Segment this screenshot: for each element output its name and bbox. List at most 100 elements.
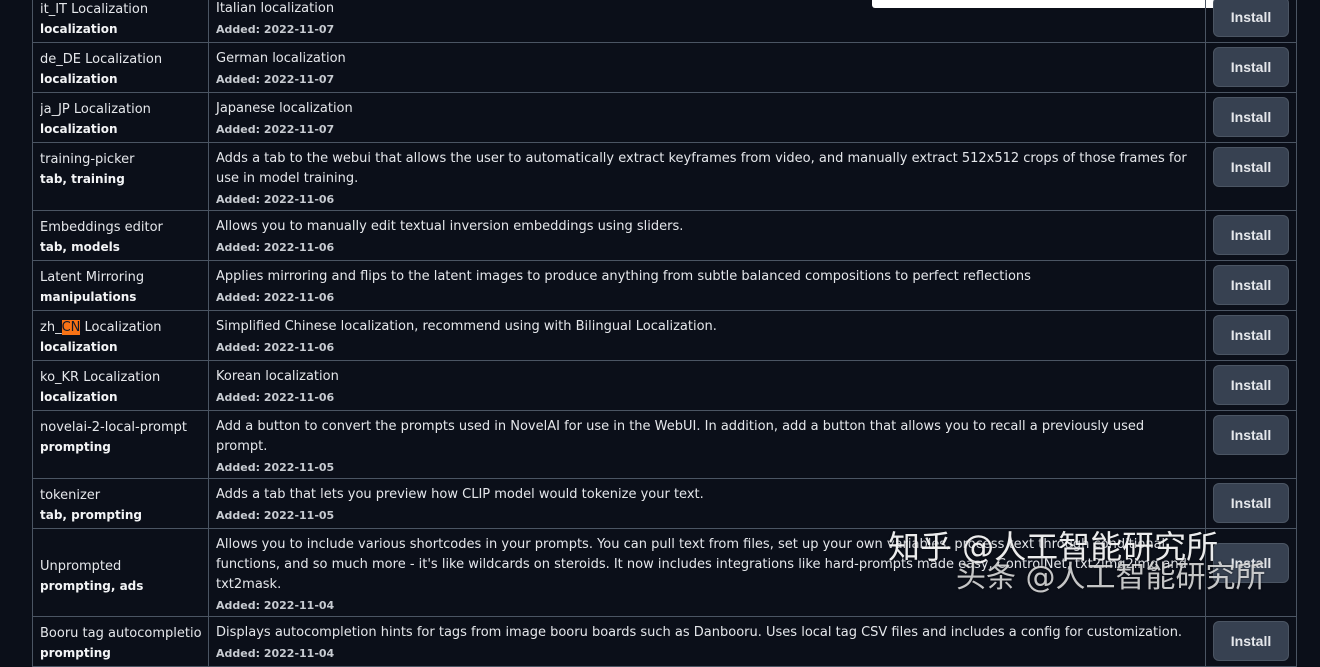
extension-tags: localization [40, 122, 118, 136]
extension-added-date: Added: 2022-11-07 [216, 23, 335, 36]
extension-tags: tab, models [40, 240, 120, 254]
extension-tags: manipulations [40, 290, 137, 304]
extension-description: Allows you to manually edit textual inve… [216, 219, 684, 234]
extension-name-cell: novelai-2-local-prompt prompting [32, 410, 209, 479]
extension-description-cell: Displays autocompletion hints for tags f… [208, 616, 1206, 667]
extension-description: Allows you to include various shortcodes… [216, 537, 1187, 592]
install-button[interactable]: Install [1213, 215, 1289, 255]
extension-description: Korean localization [216, 369, 339, 384]
extension-description-cell: Japanese localization Added: 2022-11-07 [208, 92, 1206, 143]
extension-action-cell: Install [1205, 360, 1297, 411]
install-button[interactable]: Install [1213, 543, 1289, 583]
extension-name-cell: tokenizer tab, prompting [32, 478, 209, 529]
extension-added-date: Added: 2022-11-04 [216, 599, 335, 612]
install-button[interactable]: Install [1213, 365, 1289, 405]
table-row: ja_JP Localization localization Japanese… [32, 92, 1297, 143]
extension-action-cell: Install [1205, 210, 1297, 261]
extension-name[interactable]: ja_JP Localization [40, 100, 201, 119]
install-button[interactable]: Install [1213, 483, 1289, 523]
extension-added-date: Added: 2022-11-06 [216, 193, 335, 206]
extension-description: Adds a tab that lets you preview how CLI… [216, 487, 704, 502]
extension-description: Adds a tab to the webui that allows the … [216, 151, 1187, 186]
extension-name-cell: de_DE Localization localization [32, 42, 209, 93]
extension-name[interactable]: zh_CN Localization [40, 318, 201, 337]
table-row: zh_CN Localization localization Simplifi… [32, 310, 1297, 361]
extension-name[interactable]: Latent Mirroring [40, 268, 201, 287]
table-row: de_DE Localization localization German l… [32, 42, 1297, 93]
extension-name-cell: Booru tag autocompletion prompting [32, 616, 209, 667]
install-button[interactable]: Install [1213, 265, 1289, 305]
install-button[interactable]: Install [1213, 97, 1289, 137]
extension-description-cell: Adds a tab to the webui that allows the … [208, 142, 1206, 211]
extension-added-date: Added: 2022-11-05 [216, 509, 335, 522]
install-button[interactable]: Install [1213, 147, 1289, 187]
extension-description: German localization [216, 51, 346, 66]
table-row: Unprompted prompting, ads Allows you to … [32, 528, 1297, 617]
extension-tags: tab, training [40, 172, 125, 186]
extension-name[interactable]: it_IT Localization [40, 0, 201, 19]
extensions-table: it_IT Localization localization Italian … [32, 0, 1297, 667]
extension-added-date: Added: 2022-11-06 [216, 341, 335, 354]
extension-description: Applies mirroring and flips to the laten… [216, 269, 1031, 284]
extension-action-cell: Install [1205, 616, 1297, 667]
extension-action-cell: Install [1205, 260, 1297, 311]
extension-name[interactable]: tokenizer [40, 486, 201, 505]
extension-description: Italian localization [216, 1, 335, 16]
extension-action-cell: Install [1205, 528, 1297, 617]
extension-action-cell: Install [1205, 92, 1297, 143]
extension-description-cell: Applies mirroring and flips to the laten… [208, 260, 1206, 311]
extension-added-date: Added: 2022-11-06 [216, 241, 335, 254]
install-button[interactable]: Install [1213, 0, 1289, 37]
extension-name[interactable]: Unprompted [40, 557, 201, 576]
extension-added-date: Added: 2022-11-04 [216, 647, 335, 660]
extension-description-cell: Italian localization Added: 2022-11-07 [208, 0, 1206, 43]
extension-name-cell: training-picker tab, training [32, 142, 209, 211]
extension-description-cell: Simplified Chinese localization, recomme… [208, 310, 1206, 361]
extension-name[interactable]: Booru tag autocompletion [40, 624, 201, 643]
extension-tags: localization [40, 340, 118, 354]
extension-name-cell: zh_CN Localization localization [32, 310, 209, 361]
extension-name[interactable]: novelai-2-local-prompt [40, 418, 201, 437]
extension-name-cell: Latent Mirroring manipulations [32, 260, 209, 311]
extension-description: Japanese localization [216, 101, 353, 116]
extension-name-cell: ko_KR Localization localization [32, 360, 209, 411]
extension-added-date: Added: 2022-11-06 [216, 391, 335, 404]
install-button[interactable]: Install [1213, 621, 1289, 661]
extension-name[interactable]: Embeddings editor [40, 218, 201, 237]
extension-name[interactable]: ko_KR Localization [40, 368, 201, 387]
table-row: novelai-2-local-prompt prompting Add a b… [32, 410, 1297, 479]
extension-tags: prompting, ads [40, 578, 144, 593]
install-button[interactable]: Install [1213, 415, 1289, 455]
extension-name[interactable]: de_DE Localization [40, 50, 201, 69]
extension-description: Displays autocompletion hints for tags f… [216, 625, 1183, 640]
extension-name-cell: it_IT Localization localization [32, 0, 209, 43]
table-row: ko_KR Localization localization Korean l… [32, 360, 1297, 411]
install-button[interactable]: Install [1213, 47, 1289, 87]
extension-name[interactable]: training-picker [40, 150, 201, 169]
extension-name-prefix: zh_ [40, 320, 62, 335]
extension-action-cell: Install [1205, 0, 1297, 43]
extension-description-cell: Allows you to include various shortcodes… [208, 528, 1206, 617]
table-row: Embeddings editor tab, models Allows you… [32, 210, 1297, 261]
table-row: Booru tag autocompletion prompting Displ… [32, 616, 1297, 667]
extension-name-cell: Unprompted prompting, ads [32, 528, 209, 617]
extension-added-date: Added: 2022-11-05 [216, 461, 335, 474]
extension-tags: prompting [40, 440, 111, 454]
extension-name-cell: ja_JP Localization localization [32, 92, 209, 143]
extension-action-cell: Install [1205, 42, 1297, 93]
extension-tags: localization [40, 72, 118, 86]
table-row: it_IT Localization localization Italian … [32, 0, 1297, 43]
install-button[interactable]: Install [1213, 315, 1289, 355]
extension-tags: localization [40, 390, 118, 404]
table-row: training-picker tab, training Adds a tab… [32, 142, 1297, 211]
extension-action-cell: Install [1205, 310, 1297, 361]
extension-description-cell: German localization Added: 2022-11-07 [208, 42, 1206, 93]
extension-added-date: Added: 2022-11-07 [216, 123, 335, 136]
extension-description: Simplified Chinese localization, recomme… [216, 319, 717, 334]
extension-description-cell: Adds a tab that lets you preview how CLI… [208, 478, 1206, 529]
extension-tags: tab, prompting [40, 508, 142, 522]
extension-action-cell: Install [1205, 478, 1297, 529]
table-row: tokenizer tab, prompting Adds a tab that… [32, 478, 1297, 529]
extension-description-cell: Allows you to manually edit textual inve… [208, 210, 1206, 261]
extension-description: Add a button to convert the prompts used… [216, 419, 1145, 454]
